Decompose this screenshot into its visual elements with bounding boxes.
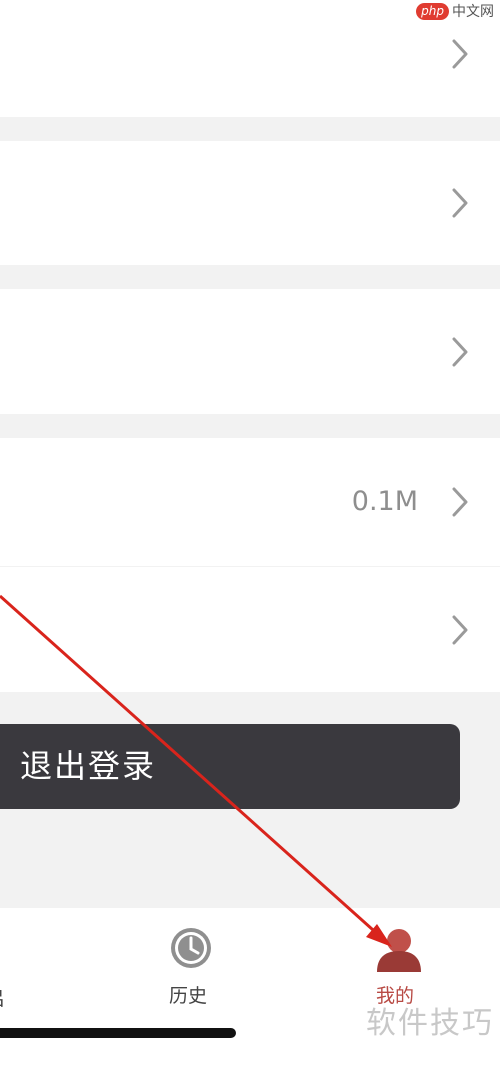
site-watermark: php 中文网: [416, 0, 494, 22]
tips-watermark: 软件技巧: [366, 1006, 494, 1041]
tab-bar: 吕 历史 我的: [0, 908, 500, 1082]
tab-history-label: 历史: [169, 985, 208, 1007]
logout-button[interactable]: 退出登录: [0, 724, 460, 809]
logout-label: 退出登录: [20, 747, 157, 785]
cache-size-value: 0.1M: [351, 486, 418, 517]
user-icon: [375, 926, 423, 976]
tab-history[interactable]: 历史: [150, 920, 232, 1030]
settings-row-3[interactable]: [0, 289, 500, 414]
settings-row-4-cache[interactable]: 0.1M: [0, 438, 500, 566]
tab-partial-glyph: 吕: [0, 984, 5, 1011]
chevron-right-icon: [450, 186, 470, 220]
watermark-text: 中文网: [452, 4, 494, 20]
home-indicator: [0, 1028, 236, 1038]
chevron-right-icon: [450, 37, 470, 71]
chevron-right-icon: [450, 335, 470, 369]
settings-row-2[interactable]: [0, 141, 500, 265]
watermark-badge: php: [416, 2, 449, 20]
chevron-right-icon: [450, 485, 470, 519]
settings-row-5[interactable]: [0, 567, 500, 692]
tab-partial-left[interactable]: 吕: [0, 978, 6, 1011]
clock-icon: [169, 926, 213, 974]
chevron-right-icon: [450, 613, 470, 647]
